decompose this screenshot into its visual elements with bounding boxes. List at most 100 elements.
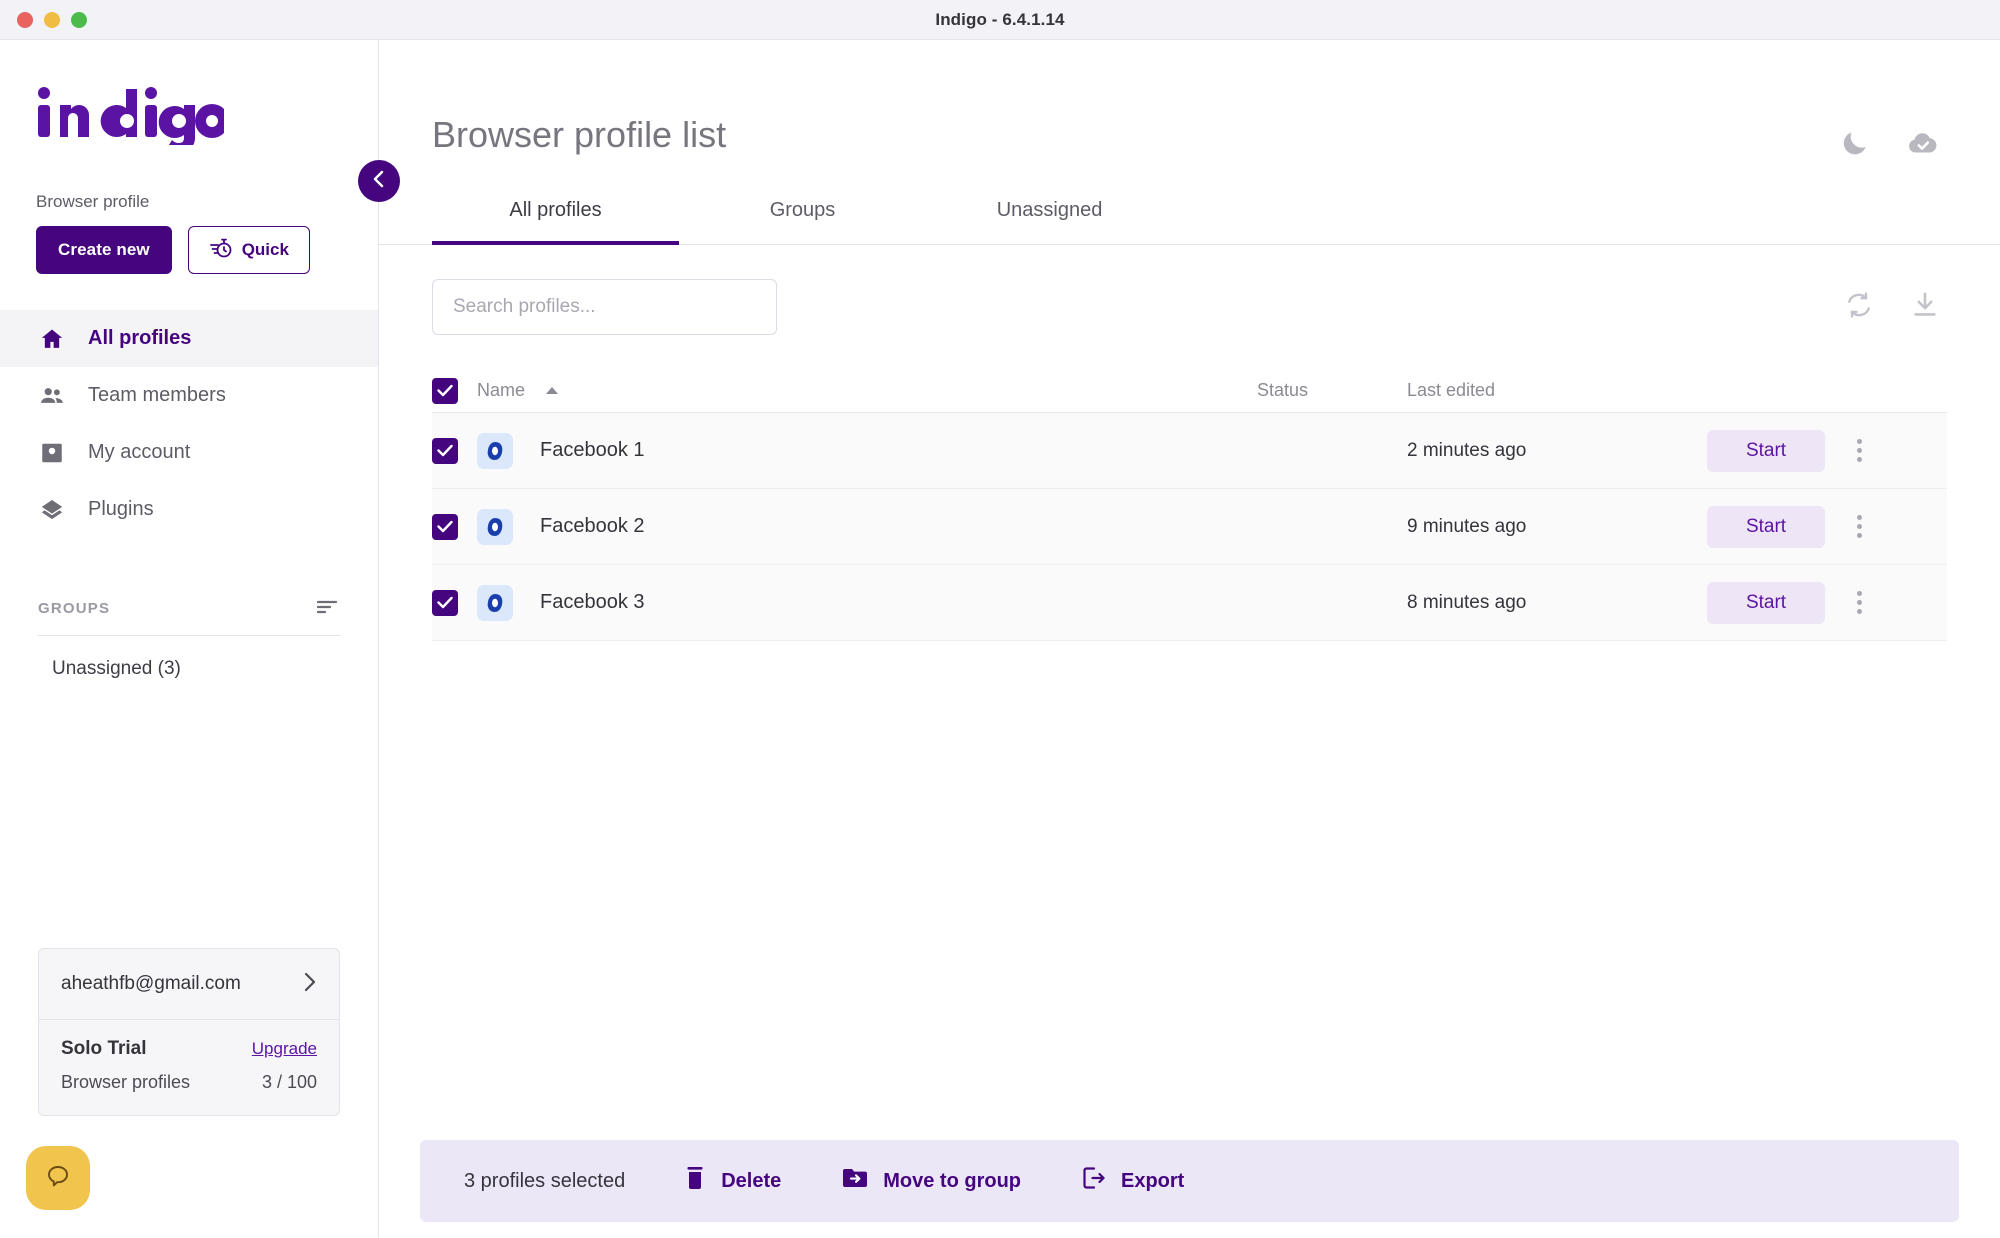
app-window: Indigo - 6.4.1.14 Browser profile Create… bbox=[0, 0, 2000, 1238]
profiles-table: Name Status Last edited Facebook 1 2 min… bbox=[379, 369, 2000, 641]
sidebar-nav: All profiles Team members My account Plu… bbox=[0, 310, 378, 538]
start-button[interactable]: Start bbox=[1707, 505, 1825, 548]
export-label: Export bbox=[1121, 1169, 1185, 1192]
row-last-edited: 8 minutes ago bbox=[1407, 591, 1527, 613]
edge-browser-icon bbox=[477, 432, 513, 469]
profile-name: Facebook 2 bbox=[540, 515, 645, 537]
sidebar-item-team-members[interactable]: Team members bbox=[0, 367, 378, 424]
main-content: Browser profile list All profiles Groups… bbox=[379, 40, 2000, 1238]
account-email-row[interactable]: aheathfb@gmail.com bbox=[39, 949, 339, 1020]
groups-header: GROUPS bbox=[38, 596, 340, 636]
refresh-icon[interactable] bbox=[1844, 290, 1874, 325]
group-count: (3) bbox=[157, 658, 181, 679]
kebab-menu-icon[interactable] bbox=[1853, 435, 1866, 466]
row-actions: Start bbox=[1707, 429, 1947, 472]
indigo-logo bbox=[0, 40, 378, 145]
row-checkbox[interactable] bbox=[432, 513, 458, 540]
row-checkbox[interactable] bbox=[432, 589, 458, 616]
row-name-cell: Facebook 3 bbox=[432, 584, 1257, 621]
create-new-button[interactable]: Create new bbox=[36, 226, 172, 274]
bulk-action-bar: 3 profiles selected Delete Move to group… bbox=[420, 1140, 1959, 1222]
move-to-group-label: Move to group bbox=[883, 1169, 1021, 1192]
people-icon bbox=[38, 382, 66, 410]
import-download-icon[interactable] bbox=[1910, 290, 1940, 325]
account-box-icon bbox=[38, 439, 66, 467]
sidebar: Browser profile Create new Quick All pro… bbox=[0, 40, 379, 1238]
stopwatch-icon bbox=[209, 236, 233, 265]
chat-support-button[interactable] bbox=[26, 1146, 90, 1210]
sidebar-item-all-profiles[interactable]: All profiles bbox=[0, 310, 378, 367]
plan-row: Solo Trial Upgrade bbox=[39, 1020, 339, 1064]
select-all-checkbox[interactable] bbox=[432, 377, 458, 404]
table-header-row: Name Status Last edited bbox=[432, 369, 1947, 413]
chevron-left-icon bbox=[371, 169, 387, 194]
search-input[interactable] bbox=[432, 279, 777, 335]
sidebar-item-label: Team members bbox=[88, 384, 226, 406]
quota-label: Browser profiles bbox=[61, 1072, 191, 1092]
row-name-cell: Facebook 2 bbox=[432, 508, 1257, 545]
header-icon-group bbox=[1840, 114, 1940, 163]
table-row[interactable]: Facebook 2 9 minutes ago Start bbox=[432, 489, 1947, 565]
browser-profile-actions: Create new Quick bbox=[36, 226, 378, 274]
tab-unassigned[interactable]: Unassigned bbox=[926, 199, 1173, 244]
app-body: Browser profile Create new Quick All pro… bbox=[0, 40, 2000, 1238]
quick-button[interactable]: Quick bbox=[187, 226, 310, 274]
start-button[interactable]: Start bbox=[1707, 581, 1825, 624]
quota-value: 3 / 100 bbox=[261, 1072, 317, 1092]
groups-title: GROUPS bbox=[38, 600, 111, 617]
table-row[interactable]: Facebook 1 2 minutes ago Start bbox=[432, 413, 1947, 489]
layers-icon bbox=[38, 496, 66, 524]
sidebar-item-my-account[interactable]: My account bbox=[0, 424, 378, 481]
dark-mode-moon-icon[interactable] bbox=[1840, 128, 1870, 163]
browser-profile-label: Browser profile bbox=[36, 192, 150, 211]
row-checkbox[interactable] bbox=[432, 437, 458, 464]
list-toolbar bbox=[379, 245, 2000, 335]
delete-label: Delete bbox=[721, 1169, 782, 1192]
tab-all-profiles[interactable]: All profiles bbox=[432, 199, 679, 245]
column-header-name[interactable]: Name bbox=[477, 380, 525, 401]
kebab-menu-icon[interactable] bbox=[1853, 587, 1866, 618]
plan-name: Solo Trial bbox=[61, 1038, 147, 1059]
sort-icon[interactable] bbox=[314, 596, 340, 621]
home-icon bbox=[38, 325, 66, 353]
toolbar-icon-group bbox=[1844, 290, 1940, 325]
cloud-synced-icon[interactable] bbox=[1906, 128, 1940, 163]
sidebar-collapse-button[interactable] bbox=[358, 160, 400, 202]
header-name-cell: Name bbox=[432, 377, 1257, 404]
delete-action[interactable]: Delete bbox=[683, 1165, 781, 1197]
edge-browser-icon bbox=[477, 584, 513, 621]
upgrade-link[interactable]: Upgrade bbox=[252, 1039, 317, 1059]
edge-browser-icon bbox=[477, 508, 513, 545]
trash-icon bbox=[683, 1165, 707, 1197]
page-title: Browser profile list bbox=[432, 114, 727, 155]
group-label: Unassigned bbox=[52, 658, 153, 679]
column-header-last-edited: Last edited bbox=[1407, 380, 1496, 400]
window-title: Indigo - 6.4.1.14 bbox=[935, 9, 1065, 29]
start-button[interactable]: Start bbox=[1707, 429, 1825, 472]
tab-groups[interactable]: Groups bbox=[679, 199, 926, 244]
table-row[interactable]: Facebook 3 8 minutes ago Start bbox=[432, 565, 1947, 641]
account-email: aheathfb@gmail.com bbox=[61, 973, 241, 994]
row-actions: Start bbox=[1707, 505, 1947, 548]
account-card: aheathfb@gmail.com Solo Trial Upgrade Br… bbox=[38, 948, 340, 1116]
kebab-menu-icon[interactable] bbox=[1853, 511, 1866, 542]
move-to-group-action[interactable]: Move to group bbox=[841, 1166, 1021, 1196]
selected-count-label: 3 profiles selected bbox=[464, 1169, 626, 1192]
export-action[interactable]: Export bbox=[1081, 1165, 1184, 1197]
group-item-unassigned[interactable]: Unassigned (3) bbox=[0, 658, 378, 680]
profile-name: Facebook 3 bbox=[540, 591, 645, 613]
sidebar-item-label: My account bbox=[88, 441, 191, 463]
sidebar-item-label: All profiles bbox=[88, 327, 192, 349]
export-icon bbox=[1081, 1165, 1107, 1197]
profile-name: Facebook 1 bbox=[540, 439, 645, 461]
row-last-edited: 2 minutes ago bbox=[1407, 439, 1527, 461]
sort-ascending-icon bbox=[546, 387, 559, 394]
main-header: Browser profile list bbox=[379, 40, 2000, 163]
sidebar-item-plugins[interactable]: Plugins bbox=[0, 481, 378, 538]
row-last-edited: 9 minutes ago bbox=[1407, 515, 1527, 537]
row-name-cell: Facebook 1 bbox=[432, 432, 1257, 469]
tab-bar: All profiles Groups Unassigned bbox=[379, 199, 2000, 245]
chevron-right-icon bbox=[303, 971, 317, 997]
sidebar-item-label: Plugins bbox=[88, 498, 154, 520]
